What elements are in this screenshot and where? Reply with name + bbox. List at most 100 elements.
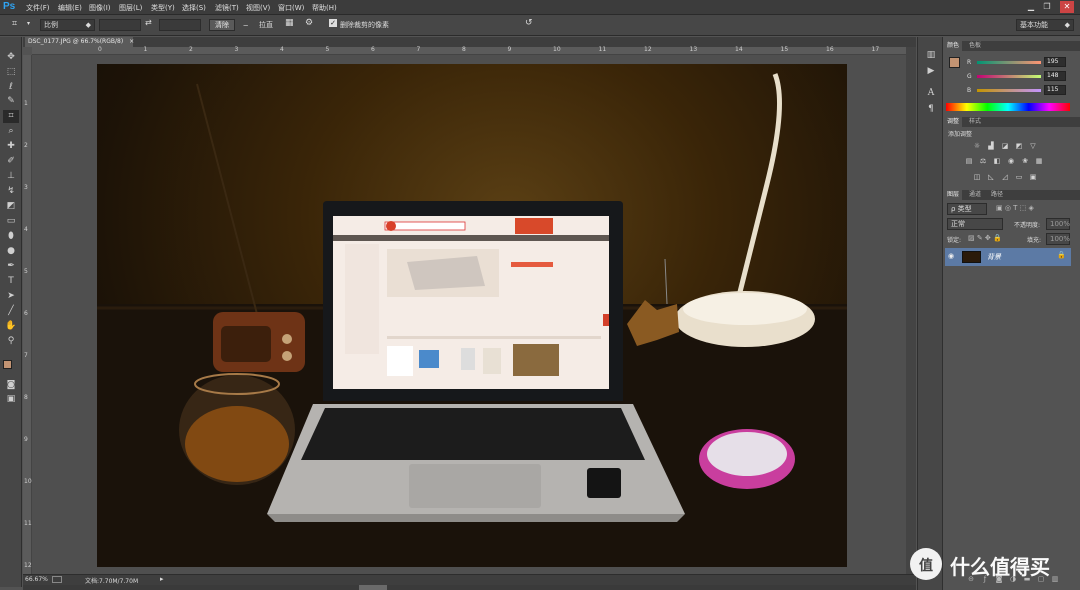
color-balance-icon[interactable]: ⚖ [978,157,988,166]
horizontal-scrollbar[interactable] [23,585,916,590]
foreground-color-swatch[interactable] [3,360,12,369]
quick-mask-icon[interactable]: ◙ [3,379,19,392]
hand-tool-icon[interactable]: ✋ [3,320,19,333]
lock-icons[interactable]: ▨ ✎ ✥ 🔒 [968,234,1002,242]
path-select-tool-icon[interactable]: ➤ [3,290,19,303]
black-white-icon[interactable]: ◧ [992,157,1002,166]
pen-tool-icon[interactable]: ✒ [3,260,19,273]
move-tool-icon[interactable]: ✥ [3,51,19,64]
zoom-level[interactable]: 66.67% [25,576,48,583]
menu-view[interactable]: 视图(V) [246,3,270,13]
overlay-grid-icon[interactable]: ▦ [285,18,294,28]
layer-filter-icons[interactable]: ▣ ◎ T ⬚ ◈ [996,204,1034,212]
menu-filter[interactable]: 滤镜(T) [215,3,239,13]
red-slider[interactable] [977,61,1041,64]
layer-filter-select[interactable]: ρ 类型 [947,203,987,215]
hue-saturation-icon[interactable]: ▤ [964,157,974,166]
gradient-tool-icon[interactable]: ▭ [3,215,19,228]
layer-visibility-icon[interactable]: ◉ [948,252,954,260]
lasso-tool-icon[interactable]: ℓ [3,81,19,94]
red-value[interactable]: 195 [1044,57,1066,67]
panel-foreground-swatch[interactable] [949,57,960,68]
blue-slider[interactable] [977,89,1041,92]
photo-filter-icon[interactable]: ◉ [1006,157,1016,166]
blue-value[interactable]: 115 [1044,85,1066,95]
tab-layers[interactable]: 图层 [944,190,963,200]
gradient-map-icon[interactable]: ▭ [1014,173,1024,182]
restore-icon[interactable]: ❐ [1040,1,1054,13]
straighten-icon[interactable]: ⚊ [243,21,248,28]
tool-preset-arrow-icon[interactable]: ▾ [27,20,30,27]
history-panel-icon[interactable]: ▥ [924,49,938,61]
threshold-icon[interactable]: ◿ [1000,173,1010,182]
tab-styles[interactable]: 样式 [966,117,984,127]
delete-cropped-checkbox[interactable]: ✓ [329,19,337,27]
scroll-thumb[interactable] [359,585,387,590]
workspace-select[interactable]: 基本功能 ◆ [1016,19,1074,31]
color-lookup-icon[interactable]: ▦ [1034,157,1044,166]
eyedropper-tool-icon[interactable]: ⌕ [3,125,19,138]
marquee-tool-icon[interactable]: ⬚ [3,66,19,79]
width-input[interactable] [99,19,141,31]
menu-layer[interactable]: 图层(L) [119,3,142,13]
posterize-icon[interactable]: ◺ [986,173,996,182]
reset-icon[interactable]: ↺ [525,18,533,28]
document-tab[interactable]: DSC_0177.JPG @ 66.7%(RGB/8) × [25,37,134,47]
vertical-scrollbar[interactable] [906,47,916,574]
crop-tool-icon[interactable]: ⌗ [12,19,17,29]
line-tool-icon[interactable]: ╱ [3,305,19,318]
color-spectrum-bar[interactable] [946,103,1070,111]
healing-brush-tool-icon[interactable]: ✚ [3,140,19,153]
levels-icon[interactable]: ▟ [986,142,996,151]
blur-tool-icon[interactable]: ⬮ [3,230,19,243]
tab-adjustments[interactable]: 调整 [944,117,963,127]
document-image[interactable] [97,64,847,567]
layer-name[interactable]: 背景 [987,252,1001,262]
exposure-icon[interactable]: ◩ [1014,142,1024,151]
crop-tool-icon[interactable]: ⌗ [3,110,19,123]
layer-row-background[interactable]: ◉ 背景 🔒 [945,248,1071,266]
blend-mode-select[interactable]: 正常 [947,218,1003,230]
screen-mode-icon[interactable]: ▣ [3,393,19,406]
invert-icon[interactable]: ◫ [972,173,982,182]
type-tool-icon[interactable]: T [3,275,19,288]
menu-select[interactable]: 选择(S) [182,3,206,13]
tab-channels[interactable]: 通道 [966,190,984,200]
brush-tool-icon[interactable]: ✐ [3,155,19,168]
height-input[interactable] [159,19,201,31]
close-window-icon[interactable]: ✕ [1060,1,1074,13]
ratio-select[interactable]: 比例 ◆ [40,19,95,31]
channel-mixer-icon[interactable]: ❀ [1020,157,1030,166]
vibrance-icon[interactable]: ▽ [1028,142,1038,151]
tab-paths[interactable]: 路径 [988,190,1006,200]
green-slider[interactable] [977,75,1041,78]
history-brush-tool-icon[interactable]: ↯ [3,185,19,198]
close-tab-icon[interactable]: × [129,38,134,45]
eraser-tool-icon[interactable]: ◩ [3,200,19,213]
menu-edit[interactable]: 编辑(E) [58,3,82,13]
gear-icon[interactable]: ⚙ [305,18,313,28]
minimize-icon[interactable]: ▁ [1024,1,1038,13]
selective-color-icon[interactable]: ▣ [1028,173,1038,182]
dodge-tool-icon[interactable]: ● [3,245,19,258]
menu-window[interactable]: 窗口(W) [278,3,304,13]
brightness-icon[interactable]: ☼ [972,142,982,151]
status-options-icon[interactable] [52,576,62,583]
character-panel-icon[interactable]: A [924,87,938,99]
actions-panel-icon[interactable]: ▶ [924,65,938,77]
quick-select-tool-icon[interactable]: ✎ [3,95,19,108]
menu-file[interactable]: 文件(F) [26,3,50,13]
menu-type[interactable]: 类型(Y) [151,3,175,13]
stamp-tool-icon[interactable]: ⊥ [3,170,19,183]
paragraph-panel-icon[interactable]: ¶ [924,103,938,115]
tab-color[interactable]: 颜色 [944,41,963,51]
menu-help[interactable]: 帮助(H) [312,3,337,13]
clear-button[interactable]: 清除 [209,19,235,31]
fill-input[interactable]: 100% [1046,233,1070,245]
swap-icon[interactable]: ⇄ [145,18,152,27]
opacity-input[interactable]: 100% [1046,218,1070,230]
curves-icon[interactable]: ◪ [1000,142,1010,151]
zoom-tool-icon[interactable]: ⚲ [3,335,19,348]
status-menu-arrow-icon[interactable]: ▸ [160,575,164,583]
green-value[interactable]: 148 [1044,71,1066,81]
